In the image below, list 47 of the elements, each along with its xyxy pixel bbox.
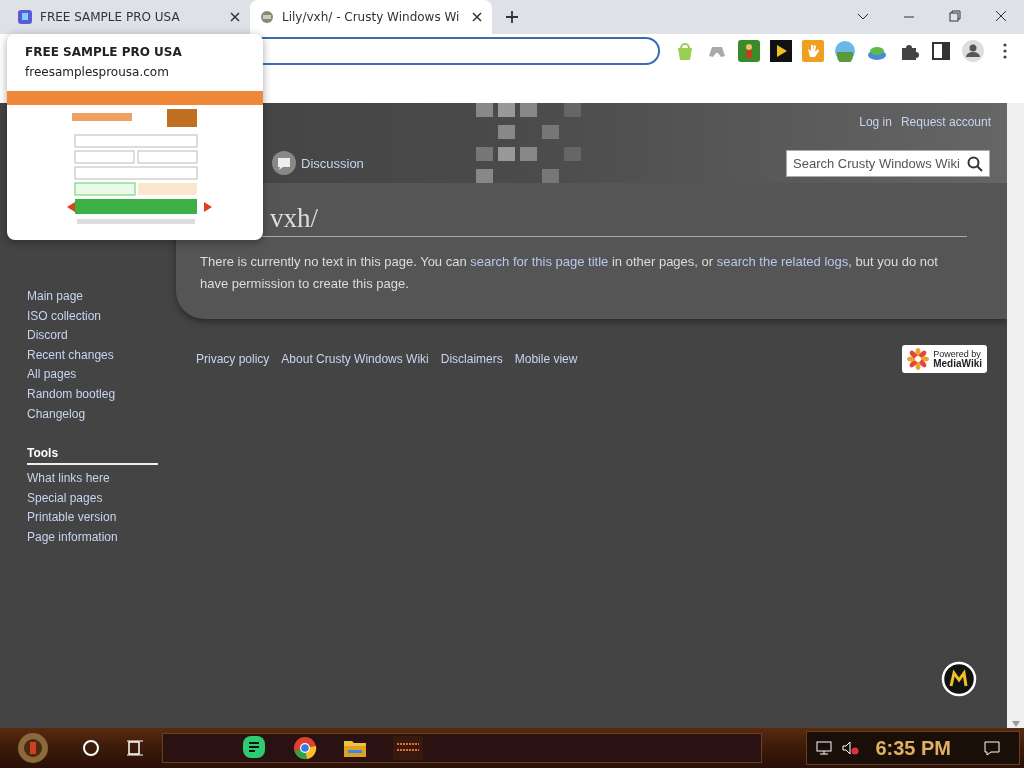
page-heading: vxh/ (270, 202, 319, 235)
player-icon[interactable] (941, 661, 977, 697)
notification-icon[interactable] (983, 740, 1001, 756)
sidebar-link[interactable]: All pages (27, 365, 176, 385)
speech-bubbles-icon (272, 151, 296, 175)
site-icon (260, 10, 274, 24)
site-icon (18, 10, 32, 24)
notice-link[interactable]: search for this page title (470, 254, 609, 269)
hover-card-domain: freesamplesprousa.com (25, 65, 170, 79)
footer-link[interactable]: About Crusty Windows Wiki (281, 352, 429, 366)
flower-icon (907, 348, 930, 370)
chat-app-icon[interactable] (243, 736, 267, 760)
close-tab-icon[interactable] (230, 12, 240, 22)
sidebar-link[interactable]: ISO collection (27, 306, 176, 327)
powered-by-badge[interactable]: Powered by MediaWiki (902, 345, 987, 373)
footer-link[interactable]: Privacy policy (196, 352, 270, 366)
account-link[interactable]: Request account (900, 115, 991, 129)
footer-link[interactable]: Disclaimers (440, 352, 503, 366)
footer-link[interactable]: Mobile view (514, 352, 578, 366)
sidebar-link[interactable]: Discord (27, 326, 176, 346)
app-icon[interactable] (393, 736, 423, 760)
sidebar-link[interactable]: Page information (27, 527, 176, 548)
sidebar-link[interactable]: Printable version (27, 508, 176, 528)
sidebar-link[interactable]: Random bootleg (27, 384, 176, 405)
search-field[interactable]: Search Crusty Windows Wiki (786, 150, 990, 177)
hover-card-title: FREE SAMPLE PRO USA (25, 45, 183, 59)
network-icon[interactable] (815, 740, 834, 756)
profile-icon[interactable] (962, 40, 984, 62)
discussion-tab[interactable]: Discussion (301, 155, 364, 171)
sidebar-link[interactable]: Changelog (27, 404, 176, 425)
search-icon[interactable] (967, 155, 983, 172)
globe-icon[interactable] (834, 40, 856, 62)
close-tab-icon[interactable] (472, 12, 482, 22)
sidebar-heading: Tools (27, 446, 158, 466)
side-panel-icon[interactable] (930, 40, 952, 62)
sidebar-link[interactable]: Special pages (27, 488, 176, 509)
account-link[interactable]: Log in (859, 115, 892, 129)
chrome-icon[interactable] (293, 736, 317, 760)
sidebar-link[interactable]: What links here (27, 469, 176, 489)
play-icon[interactable] (770, 40, 792, 62)
sidebar-link[interactable]: Recent changes (27, 345, 176, 366)
browser-tab[interactable]: Lily/vxh/ - Crusty Windows Wi (250, 0, 492, 34)
sidebar-link[interactable]: Main page (27, 287, 176, 307)
muted-speaker-icon[interactable] (841, 740, 860, 756)
browser-tab[interactable]: FREE SAMPLE PRO USA (8, 0, 250, 34)
notice-text: There is currently no text in this page. You can search for this page title in other pages, or search the related logs, but you do not have permission to create this page. (200, 253, 939, 293)
figure-icon[interactable] (738, 40, 760, 62)
